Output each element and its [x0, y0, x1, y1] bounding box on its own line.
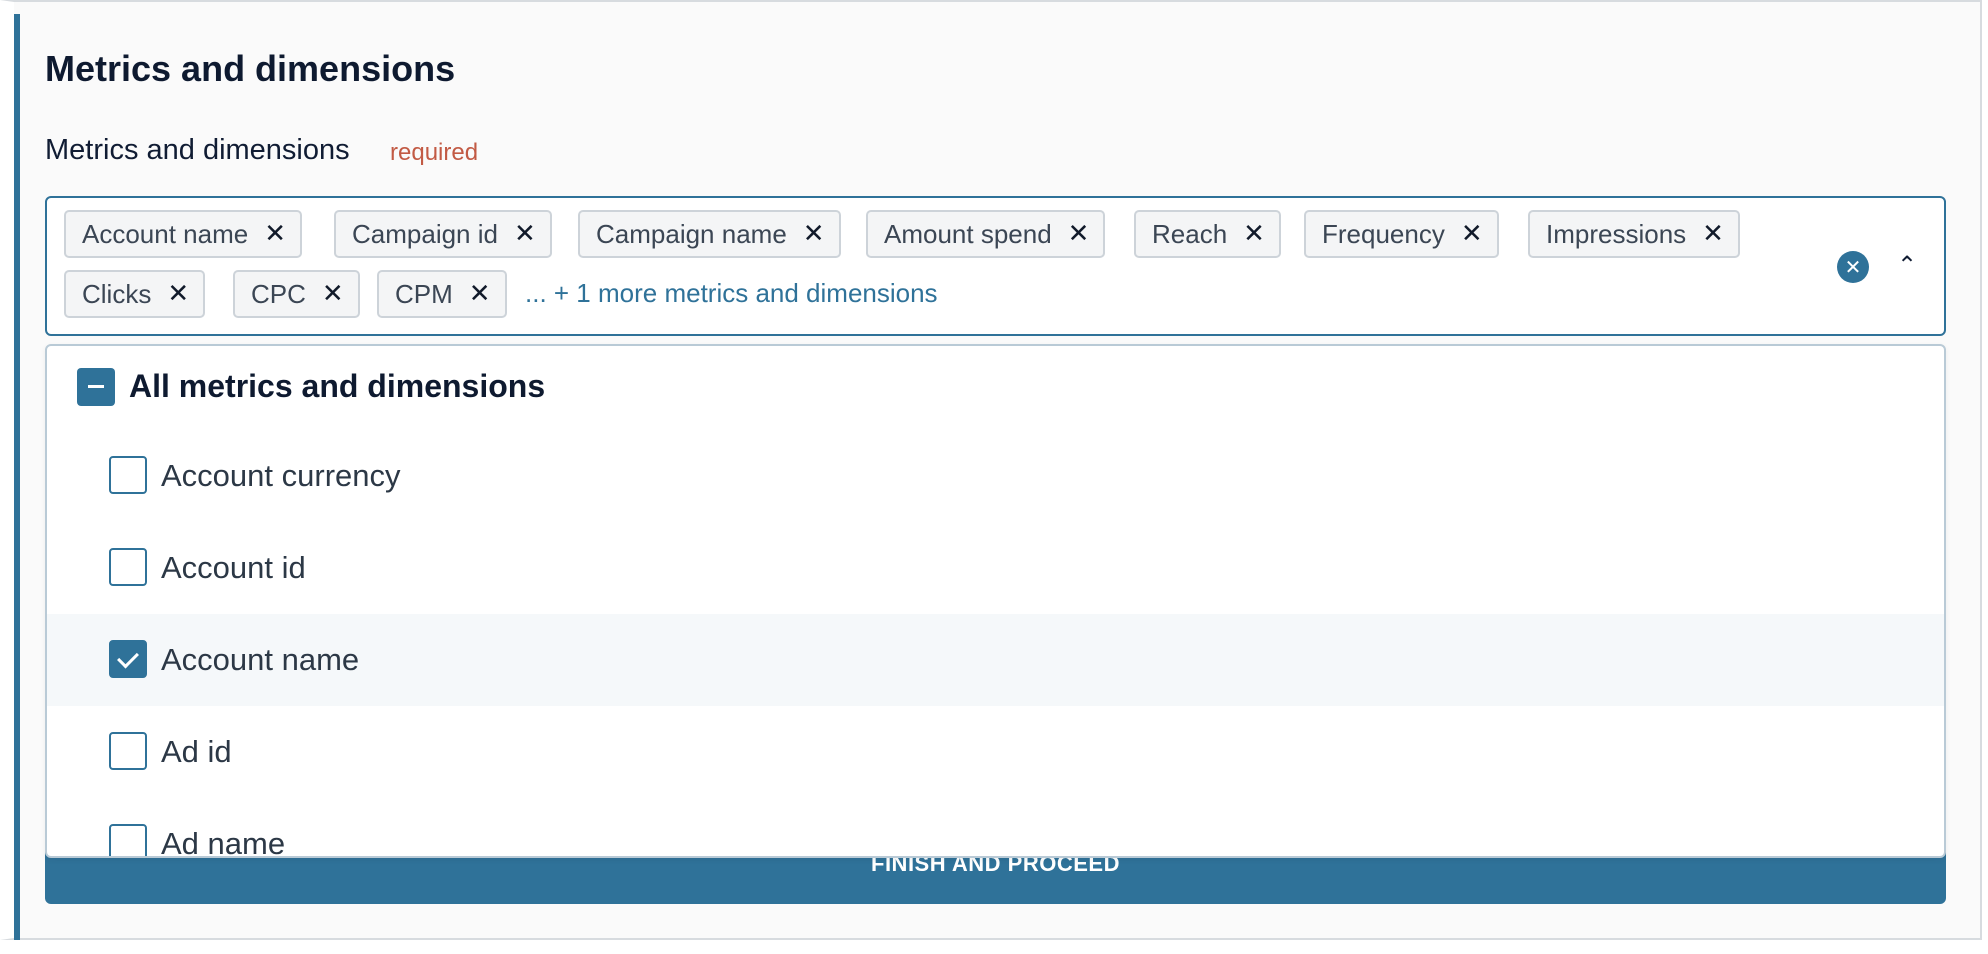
- chip-label: Reach: [1152, 218, 1228, 249]
- option-checkbox[interactable]: [109, 732, 147, 770]
- option-label: Ad name: [161, 826, 286, 858]
- chip-label: Campaign name: [596, 218, 787, 249]
- chevron-up-icon[interactable]: ⌃: [1891, 249, 1923, 281]
- chip-account-name: Account name ✕: [64, 210, 303, 258]
- option-row[interactable]: Ad name: [47, 798, 1944, 858]
- close-icon[interactable]: ✕: [514, 219, 536, 249]
- close-icon[interactable]: ✕: [469, 279, 491, 309]
- option-label: Account name: [161, 642, 360, 677]
- option-label: Account id: [161, 550, 306, 585]
- clear-circle-icon[interactable]: ✕: [1837, 251, 1869, 283]
- chip-campaign-name: Campaign name ✕: [578, 210, 841, 258]
- options-dropdown: All metrics and dimensions Account curre…: [45, 344, 1946, 858]
- chip-amount-spend: Amount spend ✕: [866, 210, 1106, 258]
- metrics-select[interactable]: Account name ✕ Campaign id ✕ Campaign na…: [45, 196, 1946, 336]
- option-label: Account currency: [161, 458, 401, 493]
- chip-frequency: Frequency ✕: [1304, 210, 1499, 258]
- more-items-link[interactable]: ... + 1 more metrics and dimensions: [525, 278, 938, 309]
- select-all-row[interactable]: All metrics and dimensions: [47, 346, 1944, 430]
- option-row[interactable]: Account id: [47, 522, 1944, 614]
- close-icon[interactable]: ✕: [1702, 219, 1724, 249]
- chip-label: Amount spend: [884, 218, 1052, 249]
- chip-impressions: Impressions ✕: [1528, 210, 1740, 258]
- chip-clicks: Clicks ✕: [64, 270, 206, 318]
- option-checkbox[interactable]: [109, 456, 147, 494]
- chip-campaign-id: Campaign id ✕: [334, 210, 552, 258]
- option-checkbox[interactable]: [109, 824, 147, 856]
- section-title: Metrics and dimensions: [45, 48, 456, 89]
- chip-cpc: CPC ✕: [233, 270, 360, 318]
- option-label: Ad id: [161, 734, 232, 769]
- close-icon[interactable]: ✕: [264, 219, 286, 249]
- chip-cpm: CPM ✕: [377, 270, 507, 318]
- chip-label: Clicks: [82, 278, 152, 309]
- option-checkbox[interactable]: [109, 548, 147, 586]
- close-icon[interactable]: ✕: [803, 219, 825, 249]
- close-icon[interactable]: ✕: [167, 279, 189, 309]
- chip-label: Account name: [82, 218, 249, 249]
- close-icon[interactable]: ✕: [1243, 219, 1265, 249]
- select-all-checkbox[interactable]: [77, 368, 115, 406]
- option-row[interactable]: Ad id: [47, 706, 1944, 798]
- close-icon[interactable]: ✕: [1068, 219, 1090, 249]
- option-row[interactable]: Account currency: [47, 430, 1944, 522]
- close-icon[interactable]: ✕: [322, 279, 344, 309]
- field-label: Metrics and dimensions: [45, 134, 350, 166]
- close-icon[interactable]: ✕: [1461, 219, 1483, 249]
- option-checkbox-checked[interactable]: [109, 640, 147, 678]
- select-all-label: All metrics and dimensions: [129, 368, 546, 404]
- chip-label: CPM: [395, 278, 453, 309]
- required-indicator: required: [390, 139, 479, 166]
- accent-bar: [14, 14, 20, 940]
- chip-label: Frequency: [1322, 218, 1445, 249]
- chip-reach: Reach ✕: [1134, 210, 1281, 258]
- option-row[interactable]: Account name: [47, 614, 1944, 706]
- chip-label: Campaign id: [352, 218, 498, 249]
- chip-label: Impressions: [1546, 218, 1687, 249]
- chip-label: CPC: [251, 278, 306, 309]
